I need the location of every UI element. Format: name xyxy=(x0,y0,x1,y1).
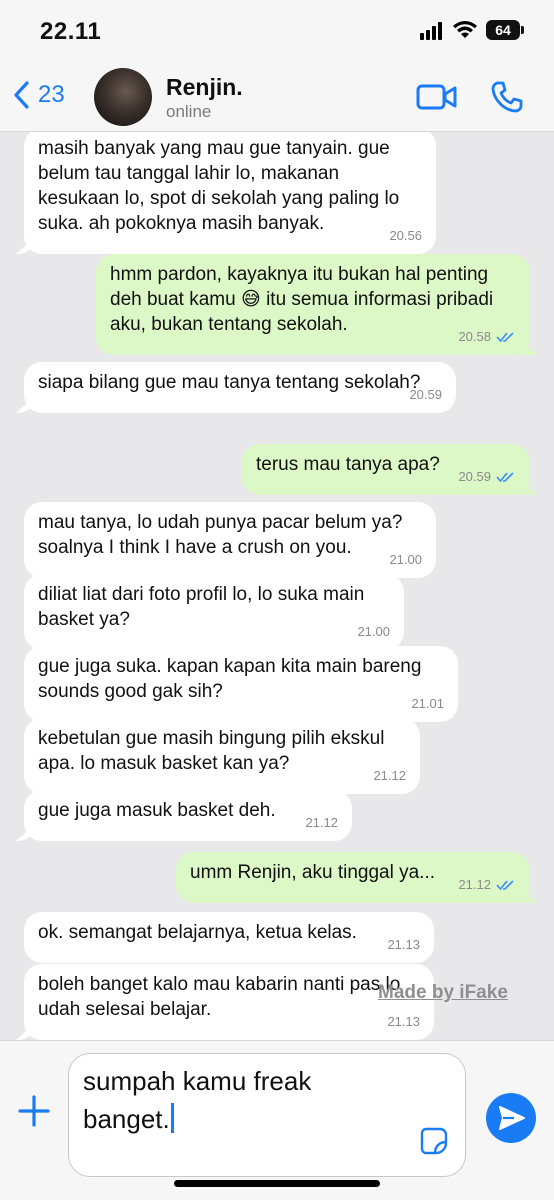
message-text: masih banyak yang mau gue tanyain. gue b… xyxy=(38,138,400,234)
message-text: hmm pardon, kayaknya itu bukan hal penti… xyxy=(110,264,494,335)
cellular-signal-icon xyxy=(420,22,446,40)
message-bubble[interactable]: siapa bilang gue mau tanya tentang sekol… xyxy=(24,362,456,413)
send-icon xyxy=(499,1106,525,1130)
message-bubble[interactable]: gue juga suka. kapan kapan kita main bar… xyxy=(24,646,458,722)
message-bubble[interactable]: umm Renjin, aku tinggal ya... 21.12 xyxy=(176,852,530,903)
message-bubble[interactable]: hmm pardon, kayaknya itu bukan hal penti… xyxy=(96,254,530,355)
message-time: 21.13 xyxy=(387,1014,420,1029)
contact-name[interactable]: Renjin. xyxy=(166,74,243,101)
message-text: siapa bilang gue mau tanya tentang sekol… xyxy=(38,372,421,393)
message-text: ok. semangat belajarnya, ketua kelas. xyxy=(38,922,357,943)
message-time: 21.12 xyxy=(458,872,516,897)
message-input-text: sumpah kamu freak banget. xyxy=(83,1066,312,1134)
back-button[interactable]: 23 xyxy=(12,80,65,110)
wifi-icon xyxy=(453,21,477,38)
double-check-icon xyxy=(496,471,514,482)
message-input[interactable]: sumpah kamu freak banget. xyxy=(68,1053,466,1177)
message-bubble[interactable]: boleh banget kalo mau kabarin nanti pas … xyxy=(24,964,434,1040)
message-time: 21.00 xyxy=(357,624,390,639)
message-list[interactable]: masih banyak yang mau gue tanyain. gue b… xyxy=(0,132,554,1040)
message-time: 20.58 xyxy=(458,324,516,349)
chevron-left-icon xyxy=(14,81,29,109)
status-bar: 22.11 64 xyxy=(0,0,554,62)
message-time: 20.59 xyxy=(458,464,516,489)
text-caret xyxy=(170,1103,174,1133)
battery-icon: 64 xyxy=(486,20,524,40)
message-time: 21.12 xyxy=(305,815,338,830)
message-time: 21.01 xyxy=(411,696,444,711)
avatar[interactable] xyxy=(94,68,152,126)
message-bubble[interactable]: terus mau tanya apa? 20.59 xyxy=(242,444,530,495)
message-text: gue juga suka. kapan kapan kita main bar… xyxy=(38,656,422,702)
message-time: 21.13 xyxy=(387,937,420,952)
message-time: 21.00 xyxy=(389,552,422,567)
composer-bar: sumpah kamu freak banget. xyxy=(0,1040,554,1200)
unread-count: 23 xyxy=(38,81,65,108)
video-call-button[interactable] xyxy=(416,84,458,110)
clock: 22.11 xyxy=(40,18,102,45)
message-bubble[interactable]: mau tanya, lo udah punya pacar belum ya?… xyxy=(24,502,436,578)
contact-status: online xyxy=(166,102,212,121)
message-bubble[interactable]: diliat liat dari foto profil lo, lo suka… xyxy=(24,574,404,650)
plus-icon[interactable] xyxy=(16,1093,52,1129)
chat-header: 23 Renjin. online xyxy=(0,62,554,132)
watermark: Made by iFake xyxy=(378,982,508,1003)
message-text: diliat liat dari foto profil lo, lo suka… xyxy=(38,584,365,630)
phone-call-button[interactable] xyxy=(490,80,524,114)
message-time: 20.59 xyxy=(409,387,442,402)
message-time: 20.56 xyxy=(389,228,422,243)
message-bubble[interactable]: kebetulan gue masih bingung pilih ekskul… xyxy=(24,718,420,794)
double-check-icon xyxy=(496,879,514,890)
message-text: mau tanya, lo udah punya pacar belum ya?… xyxy=(38,512,403,558)
home-indicator xyxy=(174,1180,380,1187)
message-text: boleh banget kalo mau kabarin nanti pas … xyxy=(38,974,401,1020)
send-button[interactable] xyxy=(486,1093,536,1143)
message-text: gue juga masuk basket deh. xyxy=(38,800,276,821)
message-bubble[interactable]: masih banyak yang mau gue tanyain. gue b… xyxy=(24,132,436,254)
double-check-icon xyxy=(496,331,514,342)
message-time: 21.12 xyxy=(373,768,406,783)
message-text: kebetulan gue masih bingung pilih ekskul… xyxy=(38,728,385,774)
message-bubble[interactable]: ok. semangat belajarnya, ketua kelas. 21… xyxy=(24,912,434,963)
sticker-icon[interactable] xyxy=(419,1126,449,1156)
message-bubble[interactable]: gue juga masuk basket deh. 21.12 xyxy=(24,790,352,841)
